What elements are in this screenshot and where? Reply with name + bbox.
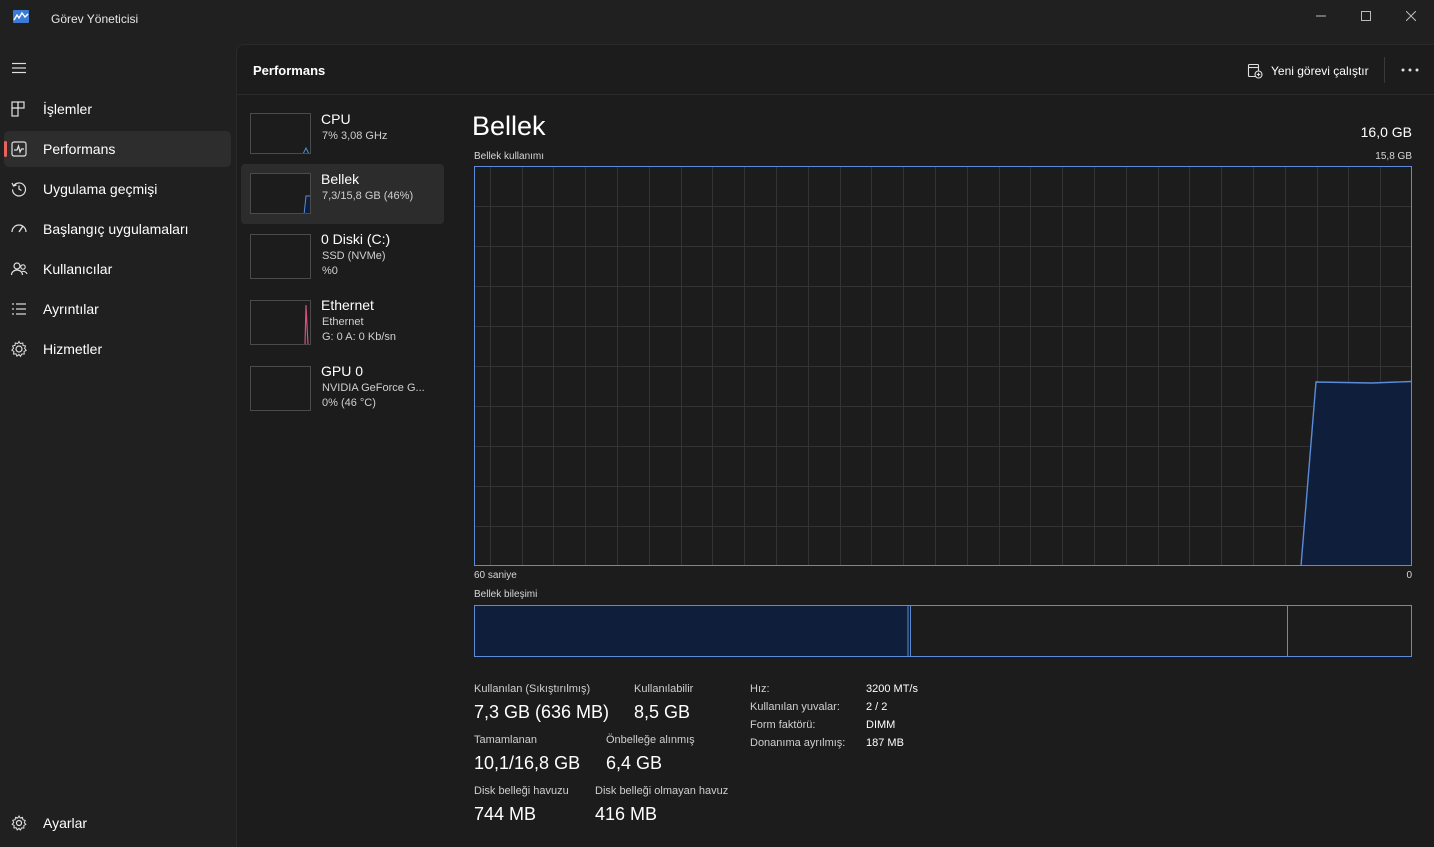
sidebar: İşlemler Performans Uygulama geçmişi Baş… xyxy=(0,44,236,847)
maximize-button[interactable] xyxy=(1343,0,1389,32)
settings-gear-icon xyxy=(11,815,27,831)
usage-graph-label: Bellek kullanımı xyxy=(474,151,545,162)
more-dots-icon xyxy=(1401,68,1419,72)
device-detail: NVIDIA GeForce G... xyxy=(322,382,425,394)
run-task-label: Yeni görevi çalıştır xyxy=(1271,64,1369,78)
close-icon xyxy=(1406,11,1416,21)
performance-icon xyxy=(11,141,27,157)
total-memory: 16,0 GB xyxy=(1360,124,1412,140)
sidebar-item-label: Kullanıcılar xyxy=(43,261,113,277)
in-use-value: 7,3 GB (636 MB) xyxy=(474,702,610,722)
usage-graph-max: 15,8 GB xyxy=(1375,151,1412,162)
form-factor-value: DIMM xyxy=(866,719,896,731)
memory-usage-area xyxy=(1301,381,1411,566)
committed-value: 10,1/16,8 GB xyxy=(474,753,581,773)
details-icon xyxy=(12,303,26,315)
form-factor-label: Form faktörü: xyxy=(750,719,816,731)
paged-pool-label: Disk belleği havuzu xyxy=(474,785,569,797)
device-item-ethernet[interactable]: Ethernet Ethernet G: 0 A: 0 Kb/sn xyxy=(241,290,444,350)
device-detail: SSD (NVMe) xyxy=(322,250,386,262)
gpu-thumbnail-graph xyxy=(250,366,311,411)
startup-icon xyxy=(11,224,27,233)
main-panel: Performans Yeni görevi çalıştır CPU 7% 3… xyxy=(236,44,1434,847)
device-name: Ethernet xyxy=(321,297,374,313)
device-detail: 0% (46 °C) xyxy=(322,397,376,409)
device-name: 0 Diski (C:) xyxy=(321,231,391,247)
sidebar-item-performance[interactable]: Performans xyxy=(4,131,231,167)
device-name: GPU 0 xyxy=(321,363,364,379)
hamburger-menu-icon[interactable] xyxy=(11,60,27,76)
sidebar-item-label: Performans xyxy=(43,141,116,157)
close-button[interactable] xyxy=(1388,0,1434,32)
composition-label: Bellek bileşimi xyxy=(474,589,538,600)
sidebar-item-app-history[interactable]: Uygulama geçmişi xyxy=(4,171,231,207)
available-value: 8,5 GB xyxy=(634,702,691,722)
sidebar-item-label: İşlemler xyxy=(43,101,93,117)
sidebar-item-services[interactable]: Hizmetler xyxy=(4,331,231,367)
maximize-icon xyxy=(1361,11,1371,21)
composition-in-use xyxy=(475,606,908,656)
processes-icon xyxy=(11,101,25,117)
window-title: Görev Yöneticisi xyxy=(51,12,139,26)
sidebar-item-label: Ayarlar xyxy=(43,815,88,831)
device-item-cpu[interactable]: CPU 7% 3,08 GHz xyxy=(241,104,444,164)
users-icon xyxy=(10,262,28,276)
device-item-disk[interactable]: 0 Diski (C:) SSD (NVMe) %0 xyxy=(241,224,444,284)
sidebar-item-users[interactable]: Kullanıcılar xyxy=(4,251,231,287)
disk-thumbnail-graph xyxy=(250,234,311,279)
cpu-thumbnail-graph xyxy=(250,113,311,154)
page-title: Performans xyxy=(253,63,326,78)
cached-label: Önbelleğe alınmış xyxy=(606,734,695,746)
sidebar-item-label: Başlangıç uygulamaları xyxy=(43,221,189,237)
device-item-gpu[interactable]: GPU 0 NVIDIA GeForce G... 0% (46 °C) xyxy=(241,356,444,416)
sidebar-item-details[interactable]: Ayrıntılar xyxy=(4,291,231,327)
sidebar-item-settings[interactable]: Ayarlar xyxy=(4,805,231,841)
detail-title: Bellek xyxy=(472,111,546,141)
page-header: Performans Yeni görevi çalıştır xyxy=(237,45,1434,95)
time-axis-left: 60 saniye xyxy=(474,570,517,581)
minimize-icon xyxy=(1316,15,1326,17)
device-detail: 7,3/15,8 GB (46%) xyxy=(322,190,414,202)
device-name: CPU xyxy=(321,111,351,127)
run-new-task-button[interactable]: Yeni görevi çalıştır xyxy=(1247,61,1369,81)
hardware-reserved-value: 187 MB xyxy=(866,737,904,749)
speed-value: 3200 MT/s xyxy=(866,683,918,695)
device-detail: G: 0 A: 0 Kb/sn xyxy=(322,331,396,343)
sidebar-item-label: Ayrıntılar xyxy=(43,301,99,317)
sidebar-item-startup-apps[interactable]: Başlangıç uygulamaları xyxy=(4,211,231,247)
services-icon xyxy=(11,340,27,358)
history-icon xyxy=(11,182,27,197)
memory-thumbnail-graph xyxy=(250,173,311,214)
run-task-icon xyxy=(1247,63,1263,79)
nonpaged-pool-label: Disk belleği olmayan havuz xyxy=(595,785,729,797)
sidebar-item-processes[interactable]: İşlemler xyxy=(4,91,231,127)
title-bar: Görev Yöneticisi xyxy=(0,0,1434,44)
available-label: Kullanılabilir xyxy=(634,683,694,695)
memory-usage-graph xyxy=(474,166,1412,566)
minimize-button[interactable] xyxy=(1298,0,1344,32)
paged-pool-value: 744 MB xyxy=(474,804,537,824)
task-manager-app-icon xyxy=(13,10,29,23)
device-detail: %0 xyxy=(322,265,338,277)
slots-label: Kullanılan yuvalar: xyxy=(750,701,840,713)
speed-label: Hız: xyxy=(750,683,770,695)
ethernet-thumbnail-graph xyxy=(250,300,311,345)
nonpaged-pool-value: 416 MB xyxy=(595,804,658,824)
device-detail: 7% 3,08 GHz xyxy=(322,130,388,142)
sidebar-item-label: Uygulama geçmişi xyxy=(43,181,158,197)
more-options-button[interactable] xyxy=(1399,60,1421,80)
device-detail: Ethernet xyxy=(322,316,364,328)
time-axis-right: 0 xyxy=(1406,570,1412,581)
header-divider xyxy=(1384,57,1385,83)
committed-label: Tamamlanan xyxy=(474,734,537,746)
memory-composition-bar xyxy=(474,605,1412,657)
slots-value: 2 / 2 xyxy=(866,701,888,713)
hardware-reserved-label: Donanıma ayrılmış: xyxy=(750,737,846,749)
in-use-label: Kullanılan (Sıkıştırılmış) xyxy=(474,683,591,695)
device-name: Bellek xyxy=(321,171,360,187)
sidebar-item-label: Hizmetler xyxy=(43,341,103,357)
cached-value: 6,4 GB xyxy=(606,753,663,773)
device-item-memory[interactable]: Bellek 7,3/15,8 GB (46%) xyxy=(241,164,444,224)
